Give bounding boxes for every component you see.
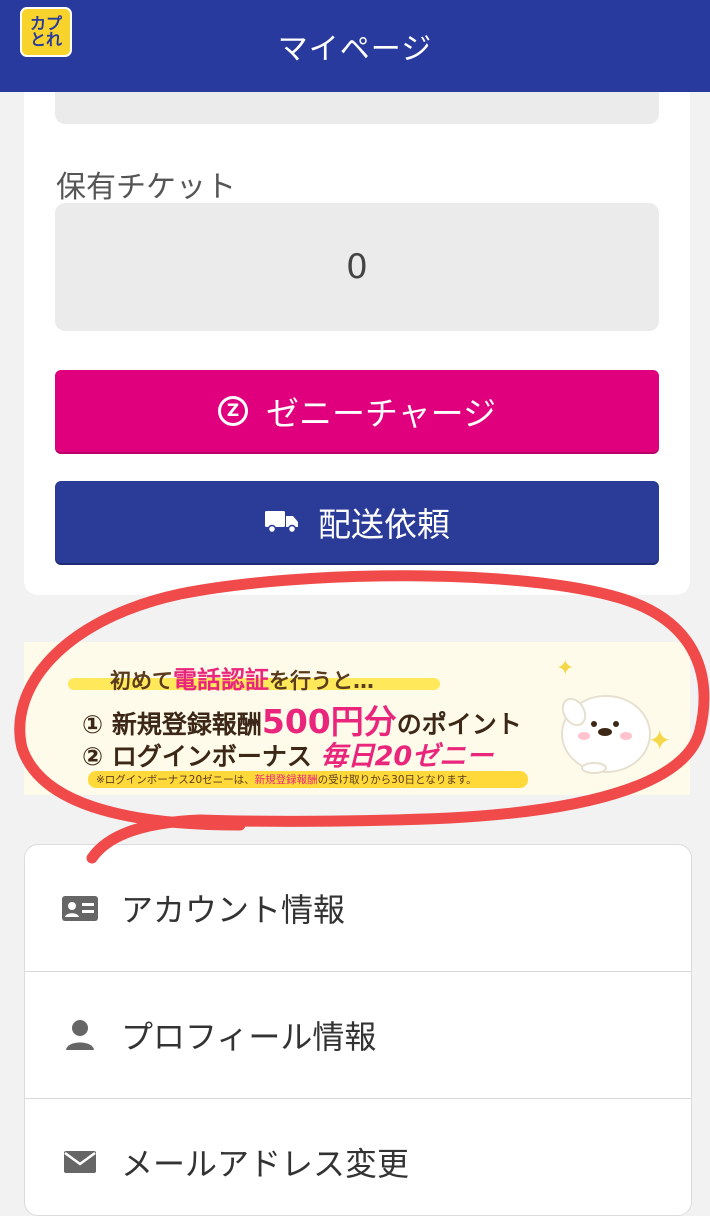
banner-note-suffix: の受け取りから30日となります。: [317, 774, 477, 786]
ticket-value: 0: [346, 247, 368, 287]
sparkle-icon: ✦: [648, 724, 672, 757]
app-header: カプ とれ マイページ: [0, 0, 710, 92]
ticket-label: 保有チケット: [56, 170, 236, 205]
zeny-coin-icon-text: Z: [226, 401, 240, 421]
banner-note-highlight: 新規登録報酬: [254, 774, 318, 786]
menu-item-label: アカウント情報: [121, 891, 346, 929]
user-icon: [61, 1016, 99, 1054]
menu-item-label: メールアドレス変更: [121, 1145, 410, 1183]
banner-note-prefix: ※ログインボーナス20ゼニーは、: [96, 774, 255, 786]
banner-line1-suffix: を行うと…: [269, 669, 374, 693]
banner-line1: 初めて電話認証を行うと…: [110, 660, 374, 695]
menu-item-email-change[interactable]: メールアドレス変更: [25, 1099, 691, 1215]
ticket-value-box: 0: [55, 203, 659, 331]
account-menu: アカウント情報 プロフィール情報 メールアドレス変更: [24, 844, 692, 1216]
menu-item-label: プロフィール情報: [121, 1018, 377, 1056]
banner-line1-highlight: 電話認証: [173, 666, 269, 694]
menu-item-account-info[interactable]: アカウント情報: [25, 845, 691, 972]
sparkle-icon: ✦: [556, 656, 575, 681]
shipping-request-label: 配送依頼: [318, 505, 450, 544]
zeny-coin-icon: Z: [217, 396, 248, 426]
zeny-charge-button[interactable]: Z ゼニーチャージ: [55, 370, 659, 452]
phone-verification-banner[interactable]: 初めて電話認証を行うと… ① 新規登録報酬500円分のポイント ② ログインボー…: [24, 642, 690, 795]
logo-text-bottom: とれ: [29, 30, 62, 49]
banner-line1-prefix: 初めて: [110, 669, 173, 693]
truck-icon: [264, 503, 300, 542]
banner-note: ※ログインボーナス20ゼニーは、新規登録報酬の受け取りから30日となります。: [96, 772, 477, 787]
page-title: マイページ: [277, 32, 433, 67]
envelope-icon: [61, 1143, 99, 1181]
banner-line3: ② ログインボーナス 毎日20ゼニー: [82, 734, 493, 773]
app-logo[interactable]: カプ とれ: [20, 7, 72, 57]
banner-line3-prefix: ② ログインボーナス: [82, 742, 312, 771]
id-card-icon: [61, 889, 99, 927]
shipping-request-button[interactable]: 配送依頼: [55, 481, 659, 563]
banner-line3-highlight: 毎日20ゼニー: [320, 741, 494, 772]
menu-item-profile-info[interactable]: プロフィール情報: [25, 972, 691, 1099]
seal-mascot-illustration: [561, 695, 651, 774]
zeny-charge-label: ゼニーチャージ: [265, 394, 496, 433]
